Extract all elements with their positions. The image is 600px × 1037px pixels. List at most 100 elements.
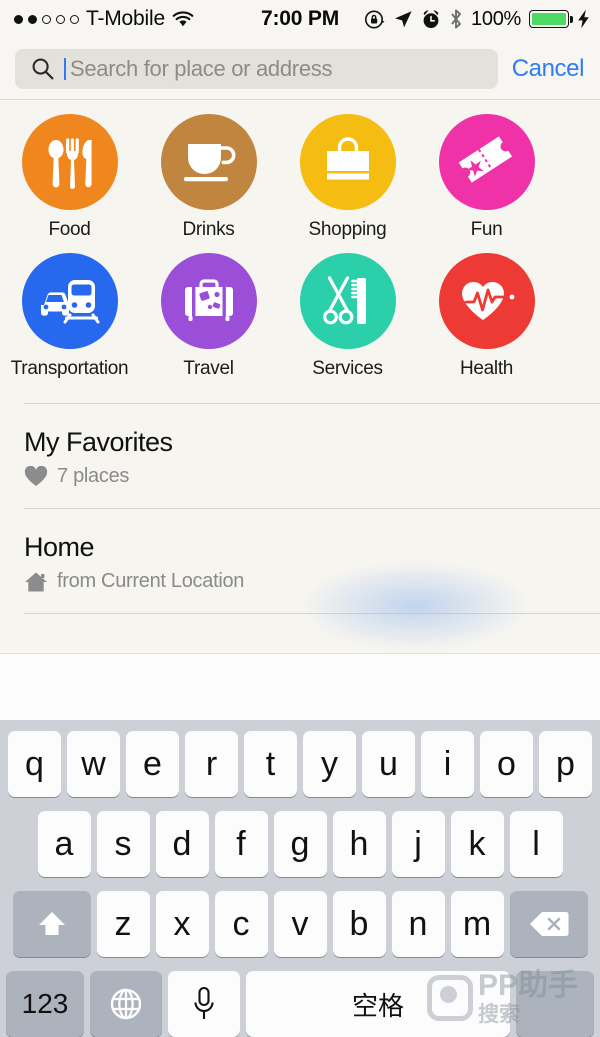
category-label: Food: [48, 219, 91, 240]
heart-pulse-icon: [461, 281, 514, 320]
lightning-bolt-icon: [578, 9, 589, 29]
list-item-subtitle: from Current Location: [57, 570, 245, 592]
battery-percent-label: 100%: [471, 7, 521, 30]
category-grid: Food Drinks Shopping Fun Transportation …: [0, 101, 600, 380]
shopping-bag-icon: [326, 137, 369, 180]
shift-arrow-icon: [38, 912, 65, 935]
list-item-subtitle-row: 7 places: [24, 465, 576, 488]
shopping-icon-circle: [299, 114, 396, 210]
return-key[interactable]: [516, 971, 594, 1037]
key-y[interactable]: y: [303, 731, 356, 797]
category-health[interactable]: Health: [417, 253, 556, 380]
key-s[interactable]: s: [96, 811, 150, 877]
key-u[interactable]: u: [362, 731, 415, 797]
category-label: Transportation: [10, 358, 129, 379]
key-o[interactable]: o: [480, 731, 533, 797]
food-icon-circle: [21, 114, 118, 210]
key-j[interactable]: j: [391, 811, 445, 877]
key-e[interactable]: e: [126, 731, 179, 797]
key-g[interactable]: g: [273, 811, 327, 877]
key-w[interactable]: w: [67, 731, 120, 797]
health-icon-circle: [438, 253, 535, 349]
location-arrow-icon: [395, 11, 412, 28]
ticket-icon: [458, 136, 512, 183]
category-row-1: Food Drinks Shopping Fun: [0, 114, 600, 241]
key-q[interactable]: q: [8, 731, 61, 797]
category-drinks[interactable]: Drinks: [139, 114, 278, 241]
cancel-button[interactable]: Cancel: [498, 55, 600, 83]
key-p[interactable]: p: [539, 731, 592, 797]
space-key[interactable]: 空格: [246, 971, 510, 1037]
rotation-lock-icon: [365, 10, 385, 28]
category-fun[interactable]: Fun: [417, 114, 556, 241]
car-train-icon: [40, 280, 99, 324]
text-cursor: [64, 57, 66, 80]
delete-key[interactable]: [509, 891, 588, 957]
key-f[interactable]: f: [214, 811, 268, 877]
key-c[interactable]: c: [214, 891, 268, 957]
key-x[interactable]: x: [155, 891, 209, 957]
search-bar: Search for place or address Cancel: [0, 38, 600, 100]
key-d[interactable]: d: [155, 811, 209, 877]
category-label: Fun: [470, 219, 503, 240]
category-row-2: Transportation Travel Services Health: [0, 253, 600, 380]
alarm-clock-icon: [423, 9, 439, 28]
category-label: Travel: [183, 358, 234, 379]
utensils-icon: [48, 138, 92, 189]
key-r[interactable]: r: [185, 731, 238, 797]
ios-maps-search-screen: T-Mobile 7:00 PM 100% Search for place o…: [0, 0, 600, 1037]
travel-icon-circle: [160, 253, 257, 349]
key-h[interactable]: h: [332, 811, 386, 877]
microphone-icon: [194, 986, 214, 1019]
list-item-title: My Favorites: [24, 427, 173, 457]
key-v[interactable]: v: [273, 891, 327, 957]
globe-key[interactable]: [90, 971, 162, 1037]
list-item-title: Cao Bao Rd. Station: [24, 636, 576, 640]
key-t[interactable]: t: [244, 731, 297, 797]
search-icon: [32, 58, 54, 80]
list-item-my-favorites[interactable]: My Favorites 7 places: [0, 404, 600, 508]
services-icon-circle: [299, 253, 396, 349]
microphone-key[interactable]: [168, 971, 240, 1037]
status-bar: T-Mobile 7:00 PM 100%: [0, 0, 600, 38]
category-food[interactable]: Food: [0, 114, 139, 241]
list-item-home[interactable]: Home from Current Location: [0, 509, 600, 651]
keyboard-row-4: 123 空格: [0, 971, 600, 1037]
heart-icon: [24, 466, 48, 486]
places-list: My Favorites 7 places Home from Current …: [0, 403, 600, 651]
key-i[interactable]: i: [421, 731, 474, 797]
key-z[interactable]: z: [96, 891, 150, 957]
battery-icon: [529, 10, 573, 28]
category-transportation[interactable]: Transportation: [0, 253, 139, 380]
key-l[interactable]: l: [509, 811, 563, 877]
key-n[interactable]: n: [391, 891, 445, 957]
shift-key[interactable]: [12, 891, 91, 957]
category-label: Services: [312, 358, 383, 379]
bluetooth-icon: [451, 9, 461, 29]
category-services[interactable]: Services: [278, 253, 417, 380]
suitcase-icon: [184, 279, 233, 321]
onscreen-keyboard: q w e r t y u i o p a s d f g h j k l z …: [0, 720, 600, 1037]
drinks-icon-circle: [160, 114, 257, 210]
category-label: Drinks: [182, 219, 235, 240]
coffee-cup-icon: [183, 144, 235, 182]
list-item-subtitle: 7 places: [57, 465, 130, 487]
category-label: Shopping: [308, 219, 387, 240]
keyboard-row-1: q w e r t y u i o p: [0, 731, 600, 797]
category-label: Health: [459, 358, 514, 379]
key-a[interactable]: a: [37, 811, 91, 877]
transportation-icon-circle: [21, 253, 118, 349]
key-m[interactable]: m: [450, 891, 504, 957]
category-shopping[interactable]: Shopping: [278, 114, 417, 241]
numbers-key[interactable]: 123: [6, 971, 84, 1037]
category-travel[interactable]: Travel: [139, 253, 278, 380]
key-k[interactable]: k: [450, 811, 504, 877]
house-icon: [25, 572, 47, 591]
keyboard-row-3: z x c v b n m: [0, 891, 600, 957]
search-input[interactable]: Search for place or address: [15, 48, 498, 89]
fun-icon-circle: [438, 114, 535, 210]
list-item-cao-bao-rd-station[interactable]: Cao Bao Rd. Station: [0, 614, 600, 640]
list-item-title: Home: [24, 532, 95, 562]
search-placeholder: Search for place or address: [70, 55, 333, 81]
key-b[interactable]: b: [332, 891, 386, 957]
